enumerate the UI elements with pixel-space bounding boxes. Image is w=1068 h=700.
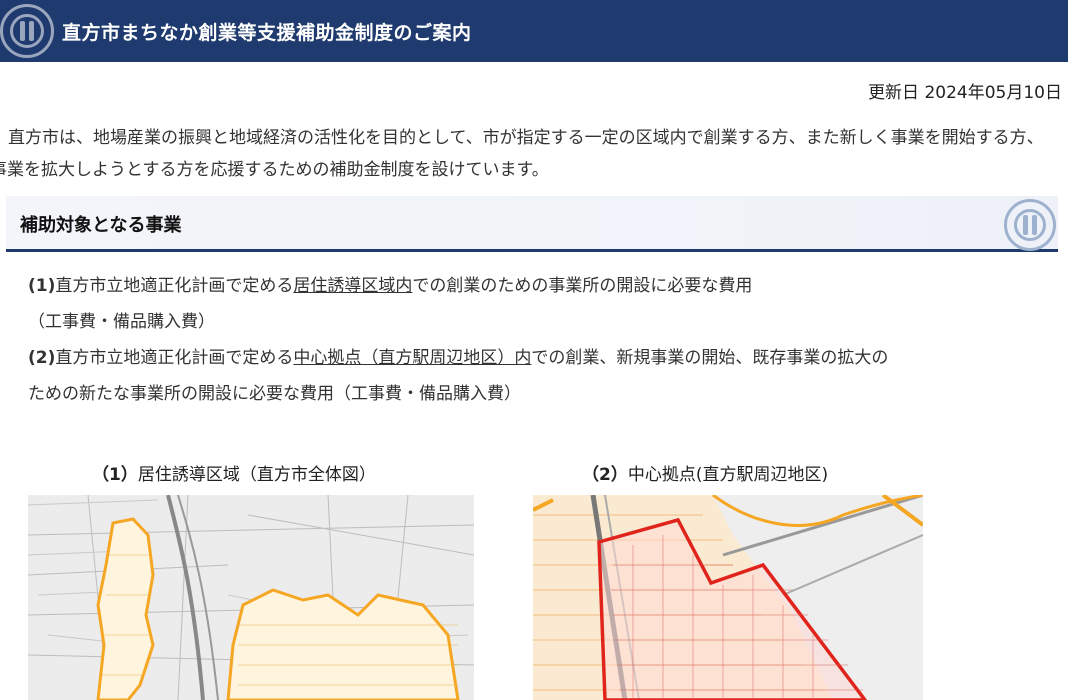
item-text: 直方市立地適正化計画で定める: [55, 348, 294, 368]
city-seal-icon: [0, 4, 54, 58]
section-heading: 補助対象となる事業: [6, 196, 1058, 252]
item-text: での創業、新規事業の開始、既存事業の拡大の: [531, 348, 889, 368]
residential-zone-map: [28, 495, 474, 700]
map-caption: （1）居住誘導区域（直方市全体図）: [92, 460, 376, 485]
residential-zone-link[interactable]: 居住誘導区域内: [293, 276, 412, 296]
item-text: での創業のための事業所の開設に必要な費用: [412, 276, 753, 296]
map-number: （1）: [92, 465, 138, 485]
list-item: (1)直方市立地適正化計画で定める居住誘導区域内での創業のための事業所の開設に必…: [28, 268, 1058, 304]
map-caption: （2）中心拠点(直方駅周辺地区): [582, 460, 828, 485]
item-list: (1)直方市立地適正化計画で定める居住誘導区域内での創業のための事業所の開設に必…: [28, 268, 1058, 412]
item-text: 直方市立地適正化計画で定める: [55, 276, 294, 296]
updated-date: 更新日 2024年05月10日: [868, 83, 1062, 103]
page: 直方市まちなか創業等支援補助金制度のご案内 更新日 2024年05月10日 直方…: [0, 0, 1068, 700]
city-seal-icon: [1004, 199, 1056, 251]
map-image: [28, 495, 474, 700]
item-continuation: ための新たな事業所の開設に必要な費用（工事費・備品購入費）: [28, 384, 521, 404]
item-number: (2): [28, 348, 56, 368]
page-title: 直方市まちなか創業等支援補助金制度のご案内: [62, 22, 472, 44]
intro-text: 直方市は、地場産業の振興と地域経済の活性化を目的として、市が指定する一定の区域内…: [0, 128, 1044, 180]
section-title: 補助対象となる事業: [20, 215, 182, 236]
central-hub-link[interactable]: 中心拠点（直方駅周辺地区）内: [293, 348, 531, 368]
map-image: [533, 495, 923, 700]
map-number: （2）: [582, 465, 628, 485]
header-bar: 直方市まちなか創業等支援補助金制度のご案内: [0, 0, 1068, 62]
item-continuation: （工事費・備品購入費）: [28, 312, 215, 332]
map-title: 居住誘導区域（直方市全体図）: [137, 465, 376, 485]
map-title: 中心拠点(直方駅周辺地区): [627, 465, 829, 485]
list-item: (2)直方市立地適正化計画で定める中心拠点（直方駅周辺地区）内での創業、新規事業…: [28, 340, 1058, 376]
item-number: (1): [28, 276, 56, 296]
central-hub-map: [533, 495, 923, 700]
